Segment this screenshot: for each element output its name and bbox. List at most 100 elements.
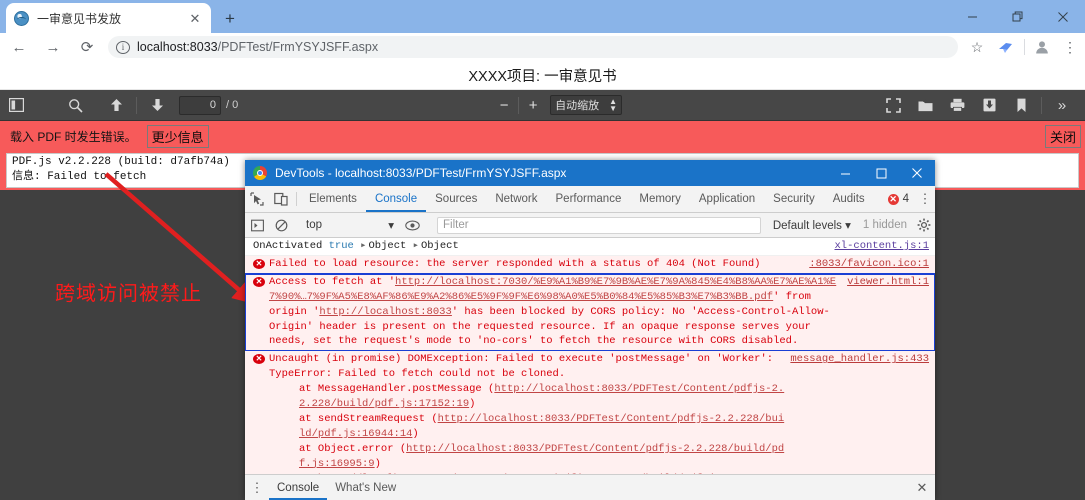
devtools-minimize-icon[interactable] (827, 160, 863, 186)
console-message-text: OnActivated true Object Object (253, 239, 834, 254)
console-message-source[interactable]: :8033/favicon.ico:1 (809, 257, 929, 272)
globe-icon (14, 10, 29, 26)
address-bar[interactable]: i localhost:8033/PDFTest/FrmYSYJSFF.aspx (108, 36, 958, 58)
zoom-in-button[interactable]: + (522, 97, 544, 114)
drawer-close-icon[interactable]: ✕ (909, 475, 935, 500)
profile-icon[interactable] (1029, 34, 1055, 60)
drawer-tab-console[interactable]: Console (269, 475, 327, 500)
tab-application[interactable]: Application (690, 186, 764, 212)
live-expression-icon[interactable] (400, 220, 424, 231)
site-info-icon[interactable]: i (116, 40, 130, 54)
devtools-maximize-icon[interactable] (863, 160, 899, 186)
gear-icon[interactable] (913, 218, 935, 232)
error-icon: ✕ (253, 276, 265, 287)
toolbar-divider (518, 96, 520, 114)
tab-memory[interactable]: Memory (630, 186, 690, 212)
tab-audits[interactable]: Audits (824, 186, 874, 212)
search-icon[interactable] (60, 93, 90, 118)
console-message-error-404[interactable]: ✕ Failed to load resource: the server re… (245, 255, 935, 274)
close-icon[interactable] (1040, 0, 1085, 33)
console-context-select[interactable]: top ▾ (300, 218, 400, 232)
open-file-icon[interactable] (910, 93, 940, 118)
chevron-updown-icon: ▲ ▼ (609, 97, 618, 113)
console-message-log[interactable]: OnActivated true Object Object xl-conten… (245, 238, 935, 256)
console-filter-input[interactable]: Filter (437, 216, 761, 234)
tab-elements[interactable]: Elements (300, 186, 366, 212)
more-tools-icon[interactable]: » (1047, 93, 1077, 118)
address-host: localhost:8033 (137, 40, 218, 54)
page-up-icon[interactable] (101, 93, 131, 118)
console-message-source[interactable]: xl-content.js:1 (834, 239, 929, 254)
devtools-drawer: ⋮ Console What's New ✕ (245, 474, 935, 500)
page-number-input[interactable]: 0 (179, 95, 221, 115)
zoom-out-button[interactable]: − (493, 97, 515, 114)
tab-close-icon[interactable]: ✕ (187, 10, 203, 26)
devtools-window: DevTools - localhost:8033/PDFTest/FrmYSY… (245, 160, 935, 500)
bookmark-star-icon[interactable]: ☆ (964, 34, 990, 60)
error-close-button[interactable]: 关闭 (1044, 125, 1081, 148)
toolbar-divider (1024, 39, 1025, 55)
page-down-icon[interactable] (142, 93, 172, 118)
devtools-menu-icon[interactable]: ⋮ (915, 186, 935, 212)
drawer-tab-whats-new[interactable]: What's New (327, 475, 404, 500)
log-object-2[interactable]: Object (413, 240, 459, 252)
browser-menu-icon[interactable]: ⋮ (1057, 34, 1083, 60)
console-levels-value: Default levels (772, 220, 842, 232)
console-message-cors-error[interactable]: ✕ Access to fetch at 'http://localhost:7… (245, 272, 935, 353)
back-icon[interactable]: ← (4, 33, 34, 61)
log-label: OnActivated (253, 240, 329, 252)
devtools-tab-bar: Elements Console Sources Network Perform… (245, 186, 935, 213)
tab-network[interactable]: Network (486, 186, 546, 212)
annotation-text: 跨域访问被禁止 (55, 281, 202, 305)
error-icon: ✕ (253, 258, 265, 269)
console-filter-bar: top ▾ Filter Default levels ▾ 1 hidden (245, 213, 935, 238)
bookmark-icon[interactable] (1006, 93, 1036, 118)
zoom-scale-label: 自动缩放 (555, 100, 600, 112)
console-message-list[interactable]: OnActivated true Object Object xl-conten… (245, 238, 935, 476)
print-icon[interactable] (942, 93, 972, 118)
address-path: /PDFTest/FrmYSYJSFF.aspx (217, 40, 379, 54)
browser-tab-title: 一审意见书发放 (37, 11, 122, 26)
stack-frame[interactable]: at Object.error (http://localhost:8033/P… (269, 442, 786, 472)
pdf-viewer-toolbar: 0 / 0 − + 自动缩放 ▲ ▼ » (0, 90, 1085, 121)
tab-performance[interactable]: Performance (547, 186, 631, 212)
devtools-close-icon[interactable] (899, 160, 935, 186)
device-toolbar-icon[interactable] (269, 186, 293, 212)
console-levels-select[interactable]: Default levels ▾ (767, 218, 857, 232)
reload-icon[interactable]: ⟳ (72, 33, 102, 61)
presentation-mode-icon[interactable] (878, 93, 908, 118)
tab-security[interactable]: Security (764, 186, 824, 212)
minimize-icon[interactable] (950, 0, 995, 33)
drawer-menu-icon[interactable]: ⋮ (245, 475, 269, 500)
clear-console-icon[interactable] (269, 219, 293, 232)
page-title: XXXX项目: 一审意见书 (468, 68, 617, 85)
browser-tab[interactable]: 一审意见书发放 ✕ (6, 3, 211, 33)
screenshot-root: 一审意见书发放 ✕ + ← → ⟳ i localhost:8033/PDFTe… (0, 0, 1085, 500)
stack-frame[interactable]: at MessageHandler.postMessage (http://lo… (269, 382, 786, 412)
toolbar-divider (1041, 96, 1042, 114)
error-count-value: 4 (902, 193, 909, 205)
log-object-1[interactable]: Object (360, 240, 406, 252)
browser-tab-strip: 一审意见书发放 ✕ + (0, 0, 1085, 33)
console-message-source[interactable]: message_handler.js:433 (790, 352, 929, 367)
sidebar-toggle-icon[interactable] (1, 93, 31, 118)
devtools-window-controls (827, 160, 935, 186)
error-count-badge[interactable]: ✕ 4 (882, 186, 915, 212)
new-tab-button[interactable]: + (218, 6, 242, 30)
zoom-scale-select[interactable]: 自动缩放 ▲ ▼ (550, 95, 623, 115)
extension-icon[interactable] (992, 34, 1018, 60)
console-message-dom-exception[interactable]: ✕ Uncaught (in promise) DOMException: Fa… (245, 351, 935, 476)
tab-console[interactable]: Console (366, 186, 426, 212)
less-info-button[interactable]: 更少信息 (146, 124, 209, 148)
stack-frame[interactable]: at sendStreamRequest (http://localhost:8… (269, 412, 786, 442)
console-message-body: Uncaught (in promise) DOMException: Fail… (269, 352, 790, 476)
forward-icon[interactable]: → (38, 33, 68, 61)
maximize-icon[interactable] (995, 0, 1040, 33)
console-message-source[interactable]: viewer.html:1 (847, 275, 929, 290)
inspect-element-icon[interactable] (245, 186, 269, 212)
console-sidebar-icon[interactable] (245, 219, 269, 232)
download-icon[interactable] (974, 93, 1004, 118)
tab-sources[interactable]: Sources (426, 186, 486, 212)
page-header: XXXX项目: 一审意见书 (0, 61, 1085, 90)
tab-divider (296, 192, 297, 206)
